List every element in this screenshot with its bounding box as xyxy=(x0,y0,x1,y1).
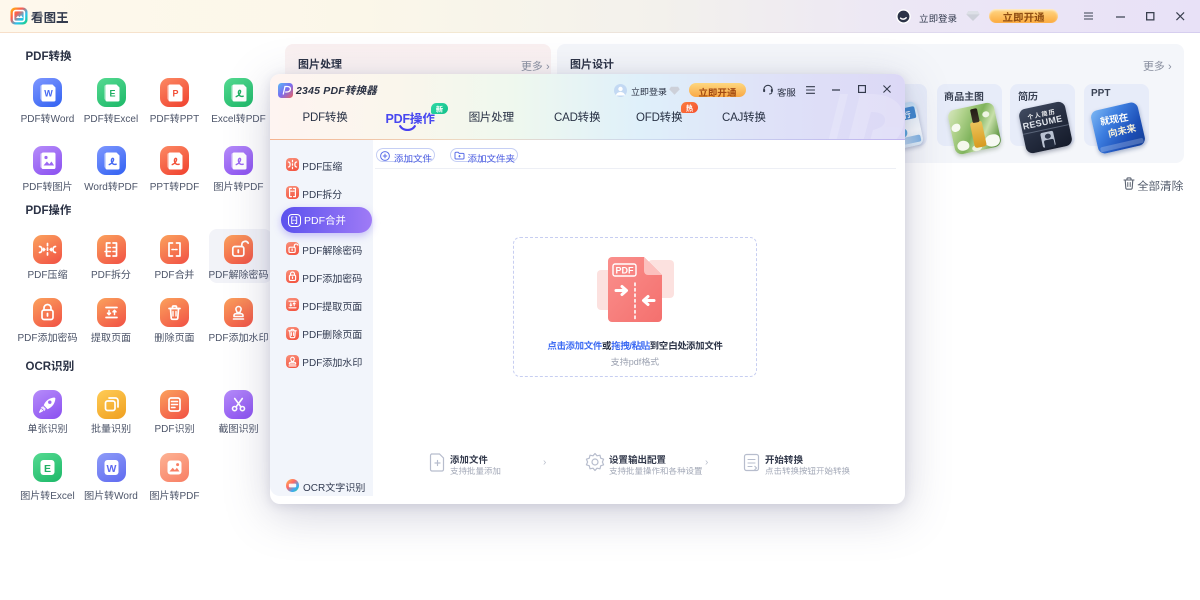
svg-text:PDF: PDF xyxy=(616,266,635,276)
svg-text:E: E xyxy=(109,89,115,99)
svg-text:E: E xyxy=(44,463,51,475)
svg-text:P: P xyxy=(172,89,178,99)
svg-text:W: W xyxy=(44,89,53,99)
svg-text:W: W xyxy=(106,463,116,475)
